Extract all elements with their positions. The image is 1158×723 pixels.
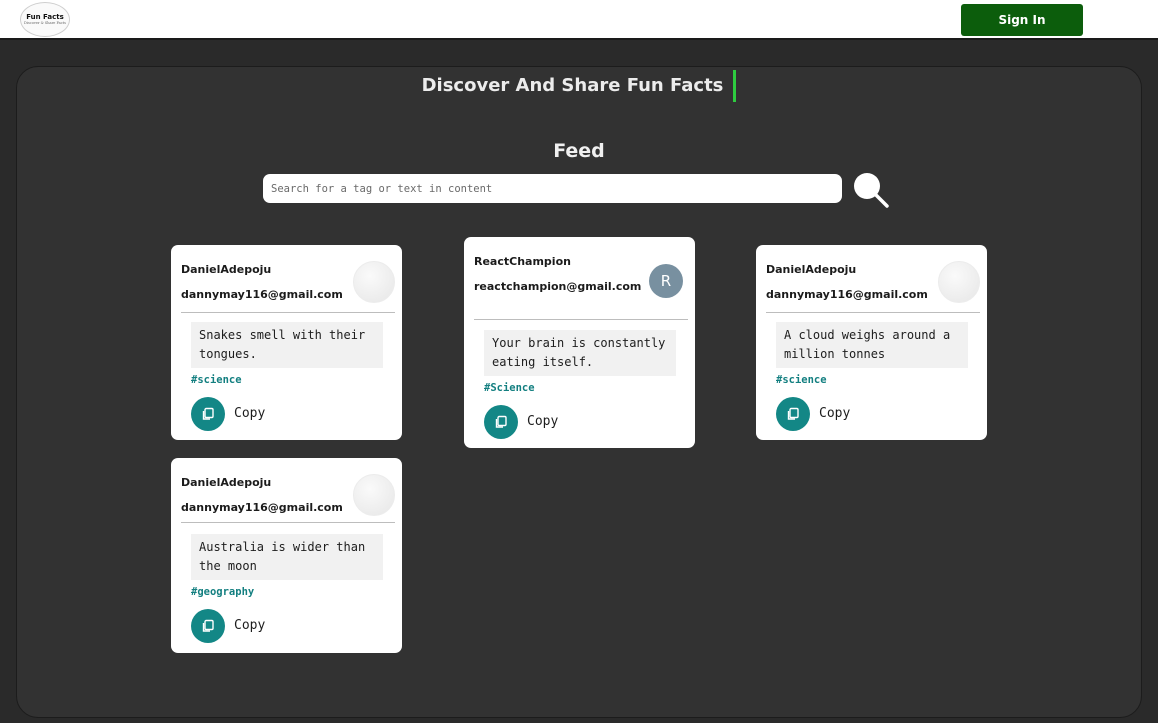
copy-icon[interactable] [484, 405, 518, 439]
divider [766, 312, 980, 313]
post-content: A cloud weighs around a million tonnes [776, 322, 968, 368]
post-email: dannymay116@gmail.com [766, 288, 928, 301]
avatar[interactable] [353, 261, 395, 303]
post-email: dannymay116@gmail.com [181, 288, 343, 301]
copy-button-label[interactable]: Copy [234, 618, 265, 633]
divider [181, 312, 395, 313]
search-input[interactable] [263, 174, 842, 203]
post-tag[interactable]: #science [191, 374, 242, 386]
post-content: Australia is wider than the moon [191, 534, 383, 580]
post-username[interactable]: DanielAdepoju [766, 263, 856, 276]
post-username[interactable]: DanielAdepoju [181, 263, 271, 276]
copy-button-label[interactable]: Copy [527, 414, 558, 429]
avatar[interactable] [938, 261, 980, 303]
post-username[interactable]: ReactChampion [474, 255, 571, 268]
copy-icon[interactable] [776, 397, 810, 431]
post-card: DanielAdepoju dannymay116@gmail.com Aust… [171, 458, 402, 653]
divider [474, 319, 688, 320]
avatar[interactable]: R [649, 264, 683, 298]
post-content: Snakes smell with their tongues. [191, 322, 383, 368]
sign-in-button[interactable]: Sign In [961, 4, 1083, 36]
post-card: DanielAdepoju dannymay116@gmail.com Snak… [171, 245, 402, 440]
post-card: ReactChampion reactchampion@gmail.com R … [464, 237, 695, 448]
post-card: DanielAdepoju dannymay116@gmail.com A cl… [756, 245, 987, 440]
avatar[interactable] [353, 474, 395, 516]
copy-button-label[interactable]: Copy [819, 406, 850, 421]
copy-icon[interactable] [191, 397, 225, 431]
search-icon[interactable] [850, 170, 890, 210]
post-tag[interactable]: #geography [191, 586, 254, 598]
post-tag[interactable]: #Science [484, 382, 535, 394]
page-title: Discover And Share Fun Facts [422, 70, 737, 102]
divider [181, 522, 395, 523]
post-content: Your brain is constantly eating itself. [484, 330, 676, 376]
copy-icon[interactable] [191, 609, 225, 643]
hero-section: Discover And Share Fun Facts [0, 70, 1158, 102]
feed-title: Feed [553, 140, 605, 162]
copy-button-label[interactable]: Copy [234, 406, 265, 421]
post-email: reactchampion@gmail.com [474, 280, 642, 293]
post-email: dannymay116@gmail.com [181, 501, 343, 514]
logo-title: Fun Facts [26, 13, 64, 21]
logo-subtitle: Discover & Share Facts [24, 21, 66, 25]
post-username[interactable]: DanielAdepoju [181, 476, 271, 489]
top-navbar: Fun Facts Discover & Share Facts Sign In [0, 0, 1158, 40]
logo[interactable]: Fun Facts Discover & Share Facts [20, 2, 70, 37]
post-tag[interactable]: #science [776, 374, 827, 386]
